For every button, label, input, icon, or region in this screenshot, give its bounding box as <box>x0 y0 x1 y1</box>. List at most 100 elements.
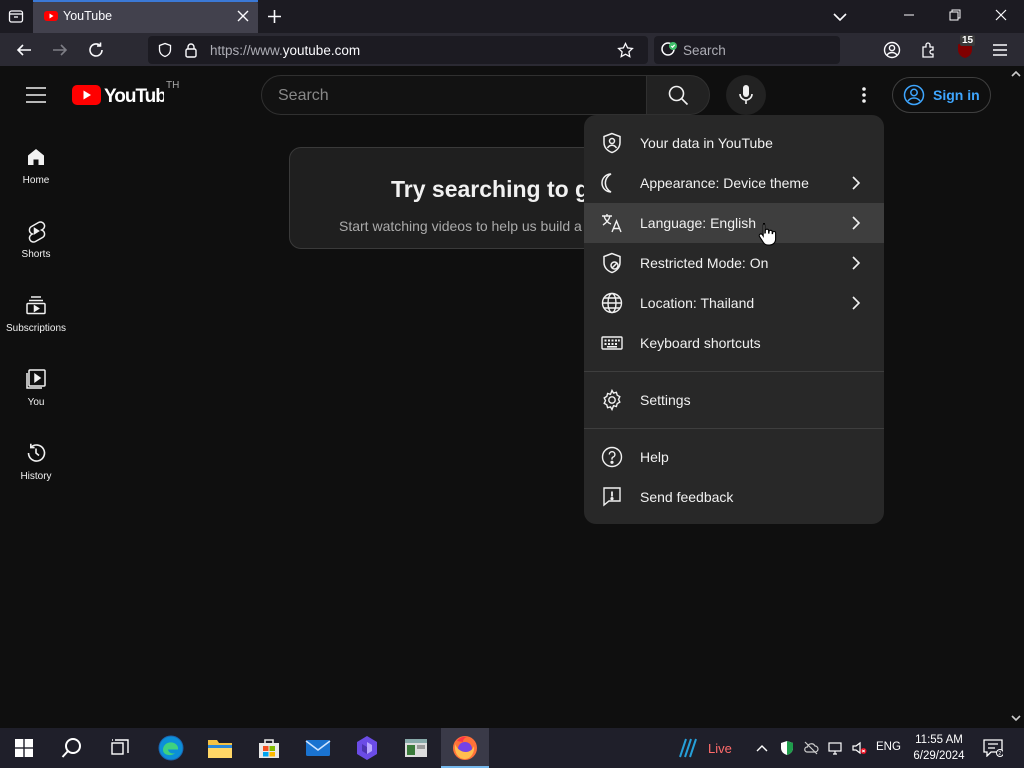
menu-item-language[interactable]: Language: English <box>584 203 884 243</box>
rail-item-history[interactable]: History <box>0 441 72 501</box>
menu-item-label: Appearance: Device theme <box>640 175 809 191</box>
help-icon <box>601 446 623 468</box>
windows-logo-icon <box>15 739 33 757</box>
menu-item-location[interactable]: Location: Thailand <box>584 283 884 323</box>
taskbar-power-automate[interactable] <box>343 728 391 768</box>
search-icon <box>668 85 689 106</box>
rail-item-subscriptions[interactable]: Subscriptions <box>0 293 72 353</box>
subscriptions-icon <box>26 296 46 315</box>
url-domain: youtube.com <box>282 43 361 58</box>
scroll-up-arrow-icon[interactable] <box>1011 70 1021 78</box>
notifications-icon[interactable]: 2 <box>983 739 1003 757</box>
reload-icon[interactable] <box>87 41 105 59</box>
task-view-icon <box>111 739 129 755</box>
hamburger-menu-icon[interactable] <box>991 42 1009 58</box>
defender-shield-icon[interactable] <box>779 740 795 756</box>
network-icon[interactable] <box>827 740 843 756</box>
rail-item-you[interactable]: You <box>0 367 72 427</box>
home-icon <box>28 149 44 165</box>
menu-item-label: Your data in YouTube <box>640 135 773 151</box>
moon-icon <box>601 173 612 193</box>
task-view-button[interactable] <box>96 728 144 768</box>
settings-dropdown-menu: Your data in YouTube Appearance: Device … <box>584 115 884 524</box>
windows-taskbar: Live ENG 11:55 AM 6/29/2024 2 <box>0 728 1024 768</box>
menu-item-restricted-mode[interactable]: Restricted Mode: On <box>584 243 884 283</box>
menu-item-label: Settings <box>640 392 691 408</box>
window-app-icon <box>405 739 427 757</box>
url-bar[interactable]: https://www.youtube.com <box>148 36 648 64</box>
browser-navbar: https://www.youtube.com Search 15 <box>0 33 1024 66</box>
rail-item-shorts[interactable]: Shorts <box>0 219 72 279</box>
weather-widget-icon[interactable] <box>676 737 700 759</box>
start-button[interactable] <box>0 728 48 768</box>
forward-arrow-icon[interactable] <box>51 41 69 59</box>
youtube-search-input[interactable]: Search <box>261 75 647 115</box>
chevron-right-icon <box>852 296 861 310</box>
firefox-view-button[interactable] <box>4 4 28 28</box>
rail-item-home[interactable]: Home <box>0 145 72 205</box>
sign-in-button[interactable]: Sign in <box>892 77 991 113</box>
live-widget-label[interactable]: Live <box>708 741 732 756</box>
tracking-shield-icon[interactable] <box>157 42 173 58</box>
mail-icon <box>305 740 331 756</box>
gear-icon <box>603 388 621 412</box>
minimize-icon[interactable] <box>902 8 916 22</box>
taskbar-store[interactable] <box>245 728 293 768</box>
menu-item-label: Send feedback <box>640 489 734 505</box>
chevron-right-icon <box>852 176 861 190</box>
system-clock[interactable]: 11:55 AM 6/29/2024 <box>904 732 974 764</box>
menu-item-keyboard-shortcuts[interactable]: Keyboard shortcuts <box>584 323 884 363</box>
keyboard-icon <box>601 336 623 350</box>
search-engine-icon <box>661 42 677 56</box>
chevron-down-icon[interactable] <box>832 9 848 25</box>
chevron-up-icon[interactable] <box>754 740 770 756</box>
input-language-indicator[interactable]: ENG <box>876 741 901 753</box>
restore-icon[interactable] <box>948 8 962 22</box>
taskbar-file-explorer[interactable] <box>196 728 244 768</box>
folder-icon <box>208 740 232 758</box>
store-icon <box>259 739 279 758</box>
search-icon <box>61 738 81 758</box>
taskbar-edge[interactable] <box>147 728 195 768</box>
menu-item-your-data[interactable]: Your data in YouTube <box>584 123 884 163</box>
rail-label: History <box>20 471 52 482</box>
taskbar-firefox[interactable] <box>441 728 489 768</box>
youtube-logo[interactable]: YouTube <box>72 84 177 111</box>
menu-item-label: Restricted Mode: On <box>640 255 769 271</box>
rail-label: Shorts <box>21 249 51 260</box>
voice-search-button[interactable] <box>726 75 766 115</box>
extensions-icon[interactable] <box>920 41 938 59</box>
close-tab-icon[interactable] <box>236 9 250 23</box>
browser-tab-youtube[interactable]: YouTube <box>33 0 258 33</box>
clock-date: 6/29/2024 <box>913 750 965 762</box>
volume-muted-icon[interactable] <box>851 740 867 756</box>
taskbar-app-window[interactable] <box>392 728 440 768</box>
globe-icon <box>601 292 623 314</box>
guide-menu-icon[interactable] <box>25 85 47 105</box>
cloud-sync-icon[interactable] <box>803 740 819 756</box>
hand-cursor-icon <box>758 222 777 246</box>
close-window-icon[interactable] <box>994 8 1008 22</box>
bookmark-star-icon[interactable] <box>617 42 634 59</box>
new-tab-icon[interactable] <box>266 8 283 25</box>
taskbar-mail[interactable] <box>294 728 342 768</box>
url-text[interactable]: https://www.youtube.com <box>210 43 360 58</box>
menu-item-settings[interactable]: Settings <box>584 380 884 420</box>
browser-search-bar[interactable]: Search <box>654 36 840 64</box>
taskbar-search-button[interactable] <box>48 728 96 768</box>
more-options-icon[interactable] <box>854 85 874 105</box>
menu-item-send-feedback[interactable]: Send feedback <box>584 477 884 517</box>
firefox-view-icon <box>8 10 24 23</box>
translate-icon <box>602 214 622 233</box>
chevron-right-icon <box>852 256 861 270</box>
back-arrow-icon[interactable] <box>15 41 33 59</box>
menu-item-appearance[interactable]: Appearance: Device theme <box>584 163 884 203</box>
account-icon[interactable] <box>883 41 901 59</box>
menu-item-help[interactable]: Help <box>584 437 884 477</box>
scroll-down-arrow-icon[interactable] <box>1011 714 1021 722</box>
feedback-icon <box>603 487 621 507</box>
menu-item-label: Help <box>640 449 669 465</box>
youtube-search-button[interactable] <box>646 75 710 115</box>
shield-person-icon <box>603 132 621 154</box>
lock-icon[interactable] <box>184 42 198 58</box>
